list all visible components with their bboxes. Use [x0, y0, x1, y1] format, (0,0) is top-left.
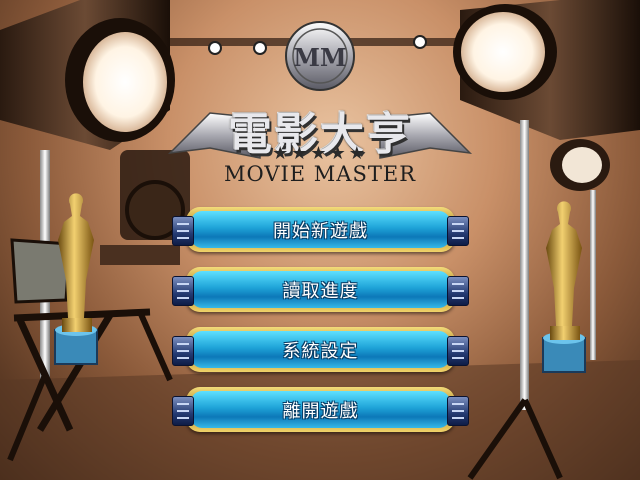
- rating-stars-icon: ★★★★★: [272, 143, 368, 164]
- title-screen: MM 電影大亨 ★★★★★ MOVIE MASTER 開始新遊戲 讀取進度 系統…: [0, 0, 640, 480]
- game-logo: MM 電影大亨 ★★★★★ MOVIE MASTER: [150, 18, 490, 193]
- new-game-button[interactable]: 開始新遊戲: [172, 207, 469, 252]
- system-settings-button[interactable]: 系統設定: [172, 327, 469, 372]
- new-game-label: 開始新遊戲: [273, 220, 368, 242]
- award-statue-right-icon: [542, 201, 586, 373]
- load-game-label: 讀取進度: [282, 280, 359, 302]
- game-title-english: MOVIE MASTER: [223, 162, 417, 186]
- logo-monogram: MM: [293, 43, 346, 72]
- exit-game-button[interactable]: 離開遊戲: [172, 387, 469, 432]
- load-game-button[interactable]: 讀取進度: [172, 267, 469, 312]
- exit-game-label: 離開遊戲: [282, 400, 359, 422]
- system-settings-label: 系統設定: [282, 340, 359, 362]
